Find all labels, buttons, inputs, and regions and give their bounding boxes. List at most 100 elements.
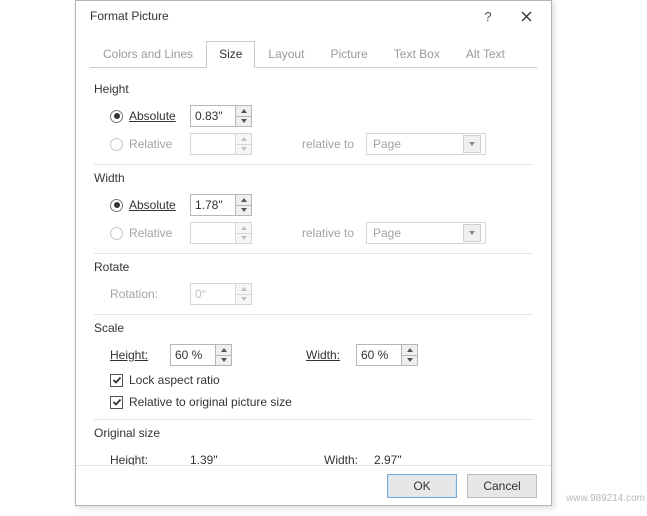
- chevron-down-icon: [469, 231, 475, 235]
- group-width: Absolute Relative: [94, 189, 533, 254]
- help-button[interactable]: ?: [469, 3, 507, 29]
- spin-down-button[interactable]: [236, 116, 251, 127]
- cancel-button[interactable]: Cancel: [467, 474, 537, 498]
- tab-layout[interactable]: Layout: [255, 41, 317, 68]
- group-label-rotate: Rotate: [94, 260, 533, 274]
- tab-size[interactable]: Size: [206, 41, 255, 68]
- scale-height-spinner[interactable]: [170, 344, 232, 366]
- width-absolute-label: Absolute: [129, 198, 176, 212]
- group-height: Absolute Relative: [94, 100, 533, 165]
- lock-aspect-ratio-checkbox[interactable]: Lock aspect ratio: [110, 369, 533, 391]
- combo-button: [463, 224, 481, 242]
- format-picture-dialog: Format Picture ? Colors and Lines Size L…: [75, 0, 552, 506]
- chevron-up-icon: [241, 109, 247, 113]
- radio-unselected-icon: [110, 138, 123, 151]
- group-scale: Height: Width:: [94, 339, 533, 420]
- width-absolute-spinner[interactable]: [190, 194, 252, 216]
- width-absolute-option[interactable]: Absolute: [110, 198, 190, 212]
- height-relative-option: Relative: [110, 137, 190, 151]
- height-relative-input: [191, 134, 235, 154]
- spin-up-button: [236, 284, 251, 294]
- chevron-up-icon: [221, 348, 227, 352]
- checkbox-checked-icon: [110, 396, 123, 409]
- scale-width-input[interactable]: [357, 345, 401, 365]
- radio-selected-icon: [110, 199, 123, 212]
- spin-up-button[interactable]: [236, 106, 251, 116]
- tab-colors-and-lines[interactable]: Colors and Lines: [90, 41, 206, 68]
- radio-selected-icon: [110, 110, 123, 123]
- chevron-down-icon: [407, 358, 413, 362]
- tab-text-box[interactable]: Text Box: [381, 41, 453, 68]
- tab-content-size: Height Absolute Relative: [76, 68, 551, 516]
- height-relative-to-label: relative to: [302, 137, 366, 151]
- spin-down-button[interactable]: [236, 205, 251, 216]
- tab-alt-text[interactable]: Alt Text: [453, 41, 518, 68]
- chevron-down-icon: [241, 236, 247, 240]
- titlebar: Format Picture ?: [76, 1, 551, 31]
- scale-height-input[interactable]: [171, 345, 215, 365]
- spin-down-button[interactable]: [402, 355, 417, 366]
- watermark: www.989214.com: [566, 493, 645, 504]
- close-button[interactable]: [507, 3, 545, 29]
- height-absolute-spinner[interactable]: [190, 105, 252, 127]
- height-relative-to-combo: Page: [366, 133, 486, 155]
- rotation-input: [191, 284, 235, 304]
- height-relative-to-value: Page: [373, 137, 401, 151]
- combo-button: [463, 135, 481, 153]
- relative-original-label: Relative to original picture size: [129, 395, 292, 409]
- chevron-up-icon: [241, 137, 247, 141]
- spin-up-button[interactable]: [236, 195, 251, 205]
- chevron-down-icon: [469, 142, 475, 146]
- spin-up-button: [236, 134, 251, 144]
- dialog-footer: OK Cancel: [76, 465, 551, 505]
- relative-original-checkbox[interactable]: Relative to original picture size: [110, 391, 533, 413]
- group-label-width: Width: [94, 171, 533, 185]
- spin-up-button[interactable]: [402, 345, 417, 355]
- chevron-up-icon: [241, 226, 247, 230]
- spin-up-button[interactable]: [216, 345, 231, 355]
- scale-width-spinner[interactable]: [356, 344, 418, 366]
- height-absolute-label: Absolute: [129, 109, 176, 123]
- height-relative-spinner: [190, 133, 252, 155]
- ok-button-label: OK: [413, 479, 430, 493]
- spin-down-button[interactable]: [216, 355, 231, 366]
- radio-unselected-icon: [110, 227, 123, 240]
- cancel-button-label: Cancel: [483, 479, 520, 493]
- width-relative-to-label: relative to: [302, 226, 366, 240]
- tab-bar: Colors and Lines Size Layout Picture Tex…: [90, 41, 537, 68]
- width-relative-input: [191, 223, 235, 243]
- chevron-up-icon: [241, 198, 247, 202]
- scale-height-label: Height:: [110, 348, 170, 362]
- height-relative-label: Relative: [129, 137, 172, 151]
- checkbox-checked-icon: [110, 374, 123, 387]
- height-absolute-input[interactable]: [191, 106, 235, 126]
- rotation-label: Rotation:: [110, 287, 190, 301]
- chevron-down-icon: [241, 208, 247, 212]
- scale-width-label: Width:: [306, 348, 356, 362]
- close-icon: [521, 11, 532, 22]
- group-rotate: Rotation:: [94, 278, 533, 315]
- width-relative-label: Relative: [129, 226, 172, 240]
- tab-picture[interactable]: Picture: [317, 41, 380, 68]
- spin-down-button: [236, 233, 251, 244]
- help-icon: ?: [484, 9, 491, 24]
- ok-button[interactable]: OK: [387, 474, 457, 498]
- chevron-up-icon: [407, 348, 413, 352]
- chevron-down-icon: [241, 119, 247, 123]
- dialog-title: Format Picture: [90, 9, 469, 23]
- rotation-spinner: [190, 283, 252, 305]
- height-absolute-option[interactable]: Absolute: [110, 109, 190, 123]
- chevron-down-icon: [241, 147, 247, 151]
- width-relative-to-value: Page: [373, 226, 401, 240]
- width-relative-option: Relative: [110, 226, 190, 240]
- chevron-up-icon: [241, 287, 247, 291]
- width-absolute-input[interactable]: [191, 195, 235, 215]
- group-label-height: Height: [94, 82, 533, 96]
- chevron-down-icon: [221, 358, 227, 362]
- chevron-down-icon: [241, 297, 247, 301]
- spin-down-button: [236, 144, 251, 155]
- lock-aspect-ratio-label: Lock aspect ratio: [129, 373, 220, 387]
- spin-down-button: [236, 294, 251, 305]
- width-relative-spinner: [190, 222, 252, 244]
- width-relative-to-combo: Page: [366, 222, 486, 244]
